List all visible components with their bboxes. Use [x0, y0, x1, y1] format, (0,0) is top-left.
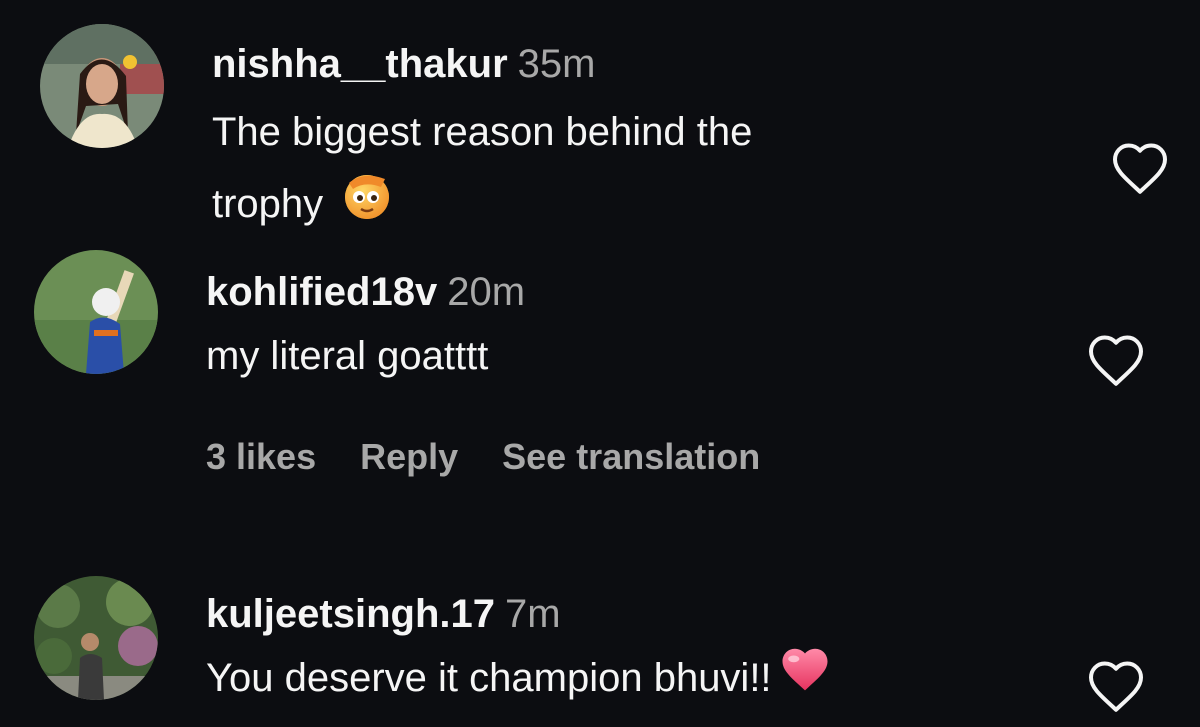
comment-text: my literal goatttt	[206, 334, 489, 378]
comment-text-line: The biggest reason behind the	[212, 110, 753, 154]
likes-count[interactable]: 3 likes	[206, 436, 316, 477]
reply-button[interactable]: Reply	[360, 436, 458, 477]
avatar[interactable]	[34, 250, 158, 374]
like-button[interactable]	[1086, 332, 1146, 393]
like-button[interactable]	[1086, 658, 1146, 719]
comment-text-content: You deserve it champion bhuvi!!	[206, 656, 772, 700]
comment-timestamp[interactable]: 20m	[447, 270, 525, 314]
comment-text: The biggest reason behind the trophy	[212, 96, 752, 244]
see-translation-button[interactable]: See translation	[502, 436, 760, 477]
avatar[interactable]	[40, 24, 164, 148]
avatar[interactable]	[34, 576, 158, 700]
comment-text-word: trophy	[212, 182, 324, 226]
comment-actions: 3 likes Reply See translation	[206, 436, 804, 478]
comment-username[interactable]: nishha__thakur	[212, 42, 508, 86]
comment-username[interactable]: kohlified18v	[206, 270, 437, 314]
heart-outline-icon	[1089, 335, 1143, 386]
comment-timestamp[interactable]: 35m	[518, 42, 596, 86]
heart-outline-icon	[1089, 661, 1143, 712]
comment-text: You deserve it champion bhuvi!!	[206, 642, 832, 717]
saluting-face-icon	[341, 169, 393, 244]
heart-outline-icon	[1113, 143, 1167, 194]
comment-text-line: trophy	[212, 168, 752, 244]
comment-timestamp[interactable]: 7m	[505, 592, 561, 636]
pink-heart-icon	[778, 644, 832, 717]
like-button[interactable]	[1110, 140, 1170, 201]
comment-username[interactable]: kuljeetsingh.17	[206, 592, 495, 636]
